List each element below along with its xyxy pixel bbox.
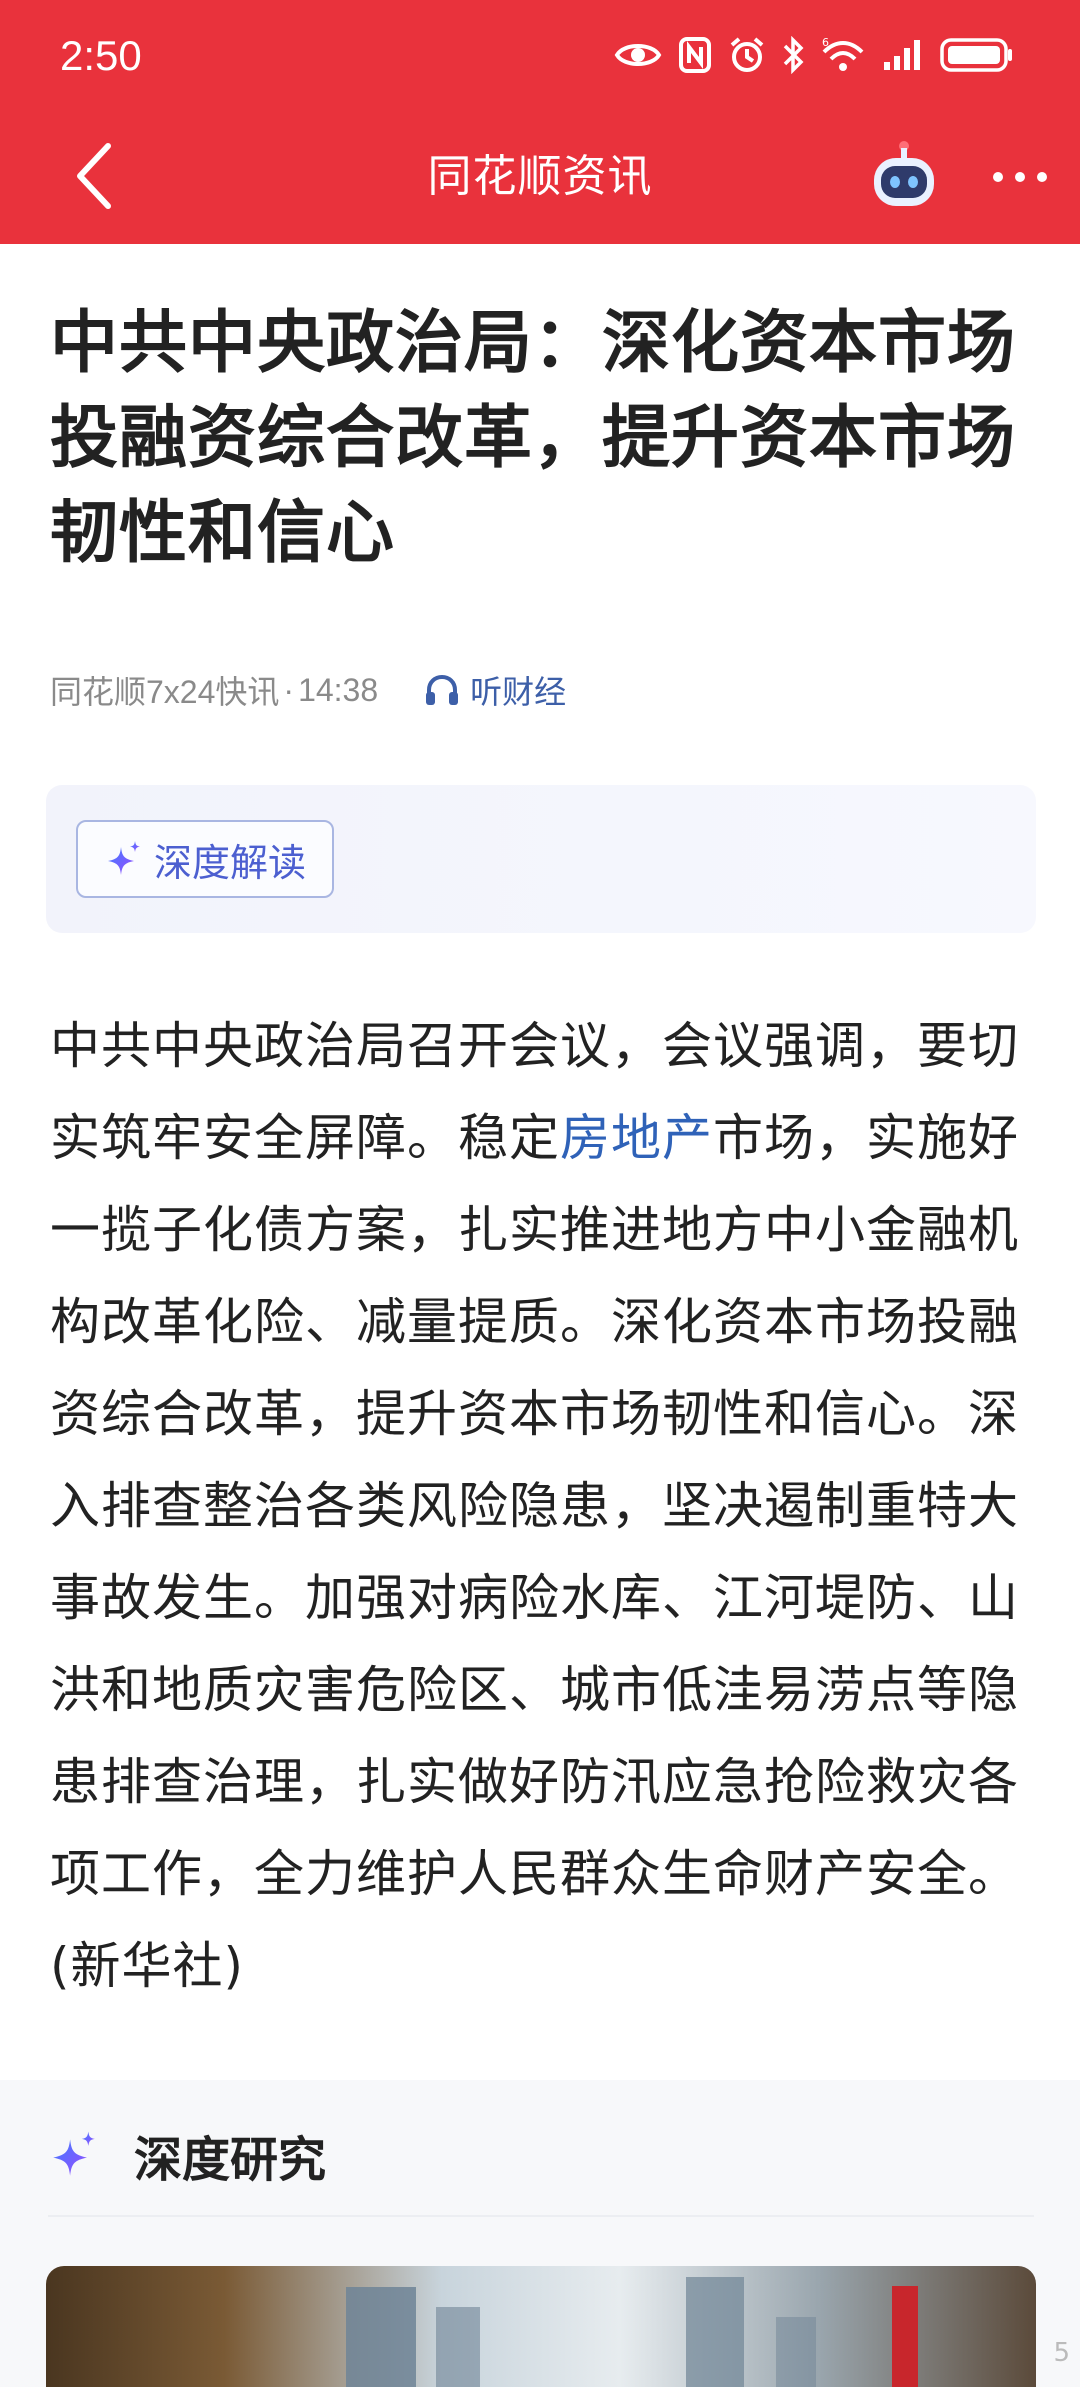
sparkle-icon bbox=[53, 2131, 95, 2176]
sparkle-icon bbox=[107, 841, 140, 875]
ai-interpretation-card: 深度解读 bbox=[46, 785, 1036, 933]
article-body: 中共中央政治局召开会议，会议强调，要切实筑牢安全屏障。稳定房地产市场，实施好一揽… bbox=[50, 1000, 1040, 2012]
headphones-icon bbox=[426, 674, 459, 705]
article-headline: 中共中央政治局：深化资本市场投融资综合改革，提升资本市场韧性和信心 bbox=[50, 304, 1017, 573]
body-text-after-link: 市场，实施好一揽子化债方案，扎实推进地方中小金融机构改革化险、减量提质。深化资本… bbox=[50, 1109, 1019, 1995]
thumbnail-building-shape bbox=[436, 2307, 480, 2387]
more-dots-icon[interactable] bbox=[990, 160, 1050, 194]
battery-icon bbox=[940, 38, 1012, 72]
wifi-6-icon: 6 bbox=[822, 36, 864, 71]
deep-interpretation-label: 深度解读 bbox=[153, 840, 306, 885]
article-time: 14:38 bbox=[298, 671, 379, 708]
svg-text:6: 6 bbox=[822, 36, 829, 49]
article-meta: 同花顺7x24快讯 · 14:38 听财经 bbox=[50, 662, 566, 718]
deep-interpretation-button[interactable]: 深度解读 bbox=[76, 820, 334, 898]
listen-label: 听财经 bbox=[470, 674, 567, 710]
thumbnail-building-shape bbox=[776, 2317, 816, 2387]
research-card-thumbnail[interactable] bbox=[46, 2266, 1036, 2387]
deep-research-header: 深度研究 bbox=[48, 2120, 326, 2190]
deep-research-title: 深度研究 bbox=[134, 2132, 327, 2188]
robot-assistant-icon[interactable] bbox=[866, 138, 942, 214]
signal-icon bbox=[884, 40, 920, 70]
eye-icon bbox=[614, 44, 662, 66]
bluetooth-icon bbox=[783, 36, 804, 74]
meta-separator: · bbox=[283, 671, 295, 708]
section-divider bbox=[48, 2215, 1034, 2217]
status-icons: 6 bbox=[614, 30, 1014, 80]
listen-button[interactable]: 听财经 bbox=[424, 667, 566, 713]
status-time: 2:50 bbox=[60, 32, 142, 79]
corner-mark: 5 bbox=[1053, 2338, 1070, 2368]
thumbnail-building-shape bbox=[346, 2287, 416, 2387]
app-header: 2:50 6 同花顺资讯 bbox=[0, 0, 1080, 244]
thumbnail-flag-shape bbox=[892, 2286, 918, 2387]
alarm-icon bbox=[730, 37, 764, 72]
nfc-icon bbox=[679, 37, 711, 73]
article-source: 同花顺7x24快讯 bbox=[50, 674, 280, 710]
real-estate-link[interactable]: 房地产 bbox=[560, 1109, 713, 1167]
thumbnail-building-shape bbox=[686, 2277, 744, 2387]
